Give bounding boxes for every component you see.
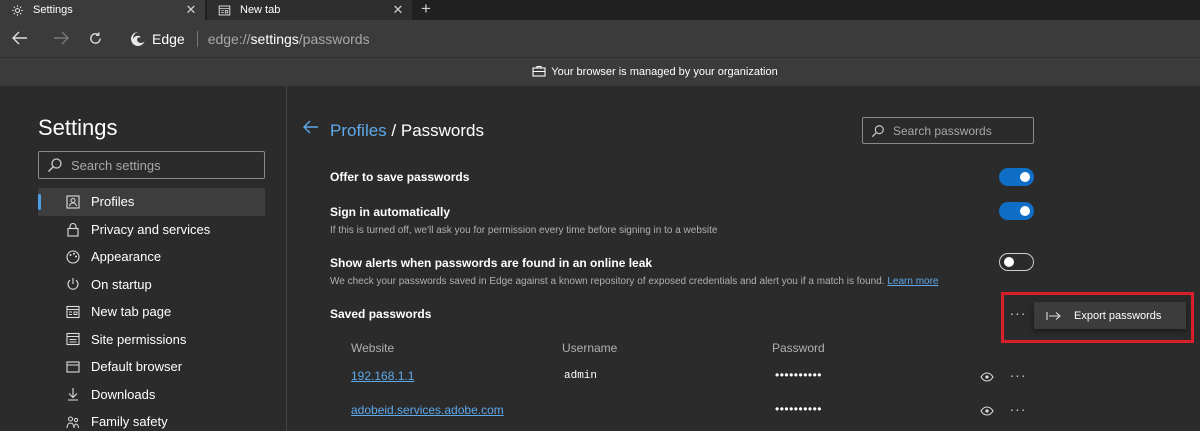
managed-info-bar: Your browser is managed by your organiza…	[0, 57, 1200, 86]
sidebar-item-label: Privacy and services	[91, 221, 211, 237]
refresh-button[interactable]	[82, 26, 108, 50]
setting-leak-alerts: Show alerts when passwords are found in …	[330, 256, 939, 287]
default-browser-icon	[65, 359, 81, 375]
sidebar-item-appearance[interactable]: Appearance	[38, 243, 265, 271]
download-icon	[65, 386, 81, 402]
close-icon[interactable]: ✕	[388, 2, 408, 18]
sidebar-item-label: On startup	[91, 276, 152, 292]
sidebar-item-on-startup[interactable]: On startup	[38, 271, 265, 299]
arrow-right-icon	[54, 31, 69, 45]
website-link[interactable]: adobeid.services.adobe.com	[351, 403, 504, 417]
sidebar-item-label: Default browser	[91, 359, 183, 375]
search-icon	[871, 124, 884, 137]
sidebar-item-default-browser[interactable]: Default browser	[38, 353, 265, 381]
learn-more-link[interactable]: Learn more	[887, 276, 938, 287]
managed-text: Your browser is managed by your organiza…	[551, 66, 778, 78]
table-row: adobeid.services.adobe.com •••••••••• ··…	[330, 402, 1030, 431]
sidebar-item-label: New tab page	[91, 304, 172, 320]
password-value: ••••••••••	[775, 368, 823, 382]
leak-alerts-toggle[interactable]	[999, 253, 1034, 271]
sidebar-nav: Profiles Privacy and services Appearance…	[38, 188, 265, 431]
setting-description: If this is turned off, we'll ask you for…	[330, 225, 718, 236]
column-header-username: Username	[562, 341, 618, 355]
family-icon	[65, 414, 81, 430]
sidebar-item-new-tab-page[interactable]: New tab page	[38, 298, 265, 326]
address-divider	[196, 30, 198, 47]
username-value: admin	[564, 370, 598, 382]
setting-sign-in-automatically: Sign in automatically If this is turned …	[330, 205, 717, 236]
new-tab-button[interactable]: +	[415, 0, 437, 20]
offer-to-save-toggle[interactable]	[999, 168, 1034, 186]
search-icon	[48, 158, 62, 172]
back-button[interactable]	[7, 26, 33, 50]
profile-icon	[65, 194, 81, 210]
back-to-profiles-button[interactable]	[303, 120, 319, 139]
arrow-left-icon	[303, 120, 318, 134]
row-more-button[interactable]: ···	[1006, 402, 1030, 421]
tab-title: New tab	[240, 4, 281, 16]
search-settings-box	[38, 151, 265, 179]
sidebar-item-family-safety[interactable]: Family safety	[38, 408, 265, 431]
sidebar-item-label: Profiles	[91, 194, 135, 210]
page-title: Passwords	[400, 121, 484, 140]
sidebar-item-privacy[interactable]: Privacy and services	[38, 216, 265, 244]
address-bar[interactable]: Edge edge://settings/passwords	[120, 25, 1200, 52]
site-permissions-icon	[65, 331, 81, 347]
tab-settings[interactable]: Settings ✕	[0, 0, 205, 20]
search-settings-input[interactable]	[71, 157, 261, 173]
saved-passwords-heading: Saved passwords	[330, 307, 432, 321]
sidebar-item-label: Family safety	[91, 414, 168, 430]
newtab-page-icon	[65, 304, 81, 320]
close-icon[interactable]: ✕	[181, 2, 201, 18]
newtab-page-icon	[217, 3, 231, 17]
sidebar-title: Settings	[38, 115, 118, 140]
sign-in-automatically-toggle[interactable]	[999, 202, 1034, 220]
table-row: 192.168.1.1 admin •••••••••• ···	[330, 368, 1030, 401]
gear-icon	[10, 3, 24, 17]
column-header-password: Password	[772, 341, 825, 355]
sidebar-item-label: Appearance	[91, 249, 162, 265]
sidebar-item-profiles[interactable]: Profiles	[38, 188, 265, 216]
search-passwords-box	[862, 117, 1034, 144]
refresh-icon	[89, 31, 101, 44]
sidebar-item-label: Downloads	[91, 386, 156, 402]
show-password-eye-icon[interactable]	[980, 369, 994, 387]
lock-icon	[65, 221, 81, 237]
sidebar-item-site-permissions[interactable]: Site permissions	[38, 326, 265, 354]
breadcrumb-profiles-link[interactable]: Profiles	[330, 121, 387, 140]
show-password-eye-icon[interactable]	[980, 403, 994, 421]
setting-description: We check your passwords saved in Edge ag…	[330, 276, 939, 287]
setting-title: Offer to save passwords	[330, 170, 470, 184]
url-text: edge://settings/passwords	[207, 30, 370, 47]
tab-title: Settings	[33, 4, 73, 16]
sidebar-item-downloads[interactable]: Downloads	[38, 381, 265, 409]
appearance-icon	[65, 249, 81, 265]
search-passwords-input[interactable]	[893, 123, 1033, 138]
passwords-page: Profiles / Passwords Offer to save passw…	[288, 86, 1200, 431]
setting-offer-to-save: Offer to save passwords	[330, 170, 469, 184]
edge-logo-icon	[130, 31, 145, 46]
briefcase-icon	[532, 65, 546, 80]
breadcrumb-separator: /	[386, 121, 401, 140]
settings-sidebar: Settings Profiles Privacy and services A…	[0, 86, 287, 431]
tab-new-tab[interactable]: New tab ✕	[207, 0, 412, 20]
row-more-button[interactable]: ···	[1006, 368, 1030, 387]
power-icon	[65, 276, 81, 292]
toolbar: Edge edge://settings/passwords	[0, 20, 1200, 57]
setting-title: Sign in automatically	[330, 205, 451, 219]
setting-title: Show alerts when passwords are found in …	[330, 256, 653, 270]
arrow-left-icon	[12, 31, 27, 45]
tab-strip: Settings ✕ New tab ✕ +	[0, 0, 1200, 20]
breadcrumb: Profiles / Passwords	[330, 121, 484, 141]
column-header-website: Website	[351, 341, 395, 355]
password-value: ••••••••••	[775, 402, 823, 416]
annotation-highlight-box	[1001, 292, 1194, 343]
website-link[interactable]: 192.168.1.1	[351, 369, 414, 383]
forward-button[interactable]	[48, 26, 74, 50]
browser-name: Edge	[152, 30, 185, 47]
sidebar-item-label: Site permissions	[91, 331, 187, 347]
